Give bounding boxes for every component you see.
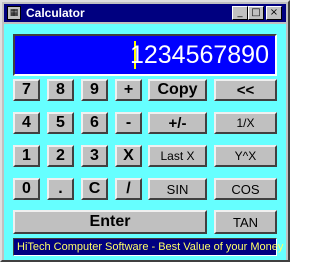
display[interactable]: 1234567890: [13, 34, 277, 76]
key-9[interactable]: 9: [81, 79, 108, 101]
key-7[interactable]: 7: [13, 79, 40, 101]
maximize-button[interactable]: □: [248, 6, 264, 20]
status-bar: HiTech Computer Software - Best Value of…: [13, 238, 283, 256]
maximize-icon: □: [251, 7, 261, 18]
key-3[interactable]: 3: [81, 145, 108, 167]
sign-change-button[interactable]: +/-: [148, 112, 207, 134]
key-plus[interactable]: +: [115, 79, 142, 101]
enter-button[interactable]: Enter: [13, 210, 207, 234]
sin-button[interactable]: SIN: [148, 178, 207, 200]
key-decimal[interactable]: .: [47, 178, 74, 200]
backspace-button[interactable]: <<: [214, 79, 277, 101]
calculator-body: 1234567890 7 8 9 + Copy << 4 5 6 - +/- 1…: [4, 24, 286, 260]
key-4[interactable]: 4: [13, 112, 40, 134]
key-5[interactable]: 5: [47, 112, 74, 134]
close-button[interactable]: ×: [266, 6, 282, 20]
key-2[interactable]: 2: [47, 145, 74, 167]
clear-button[interactable]: C: [81, 178, 108, 200]
key-1[interactable]: 1: [13, 145, 40, 167]
key-8[interactable]: 8: [47, 79, 74, 101]
cos-button[interactable]: COS: [214, 178, 277, 200]
last-x-button[interactable]: Last X: [148, 145, 207, 167]
title-bar[interactable]: ▦ Calculator _ □ ×: [4, 4, 286, 22]
calculator-icon[interactable]: ▦: [7, 6, 21, 20]
key-0[interactable]: 0: [13, 178, 40, 200]
key-6[interactable]: 6: [81, 112, 108, 134]
window-title: Calculator: [26, 6, 85, 20]
calculator-window: ▦ Calculator _ □ × 1234567890 7 8 9 + Co…: [0, 0, 290, 262]
display-value: 1234567890: [129, 41, 269, 69]
minimize-icon: _: [237, 7, 243, 18]
tan-button[interactable]: TAN: [214, 210, 277, 234]
power-button[interactable]: Y^X: [214, 145, 277, 167]
key-divide[interactable]: /: [115, 178, 142, 200]
copy-button[interactable]: Copy: [148, 79, 207, 101]
status-text: HiTech Computer Software - Best Value of…: [17, 241, 284, 253]
key-minus[interactable]: -: [115, 112, 142, 134]
close-icon: ×: [269, 7, 279, 18]
minimize-button[interactable]: _: [232, 6, 248, 20]
key-multiply[interactable]: X: [115, 145, 142, 167]
reciprocal-button[interactable]: 1/X: [214, 112, 277, 134]
